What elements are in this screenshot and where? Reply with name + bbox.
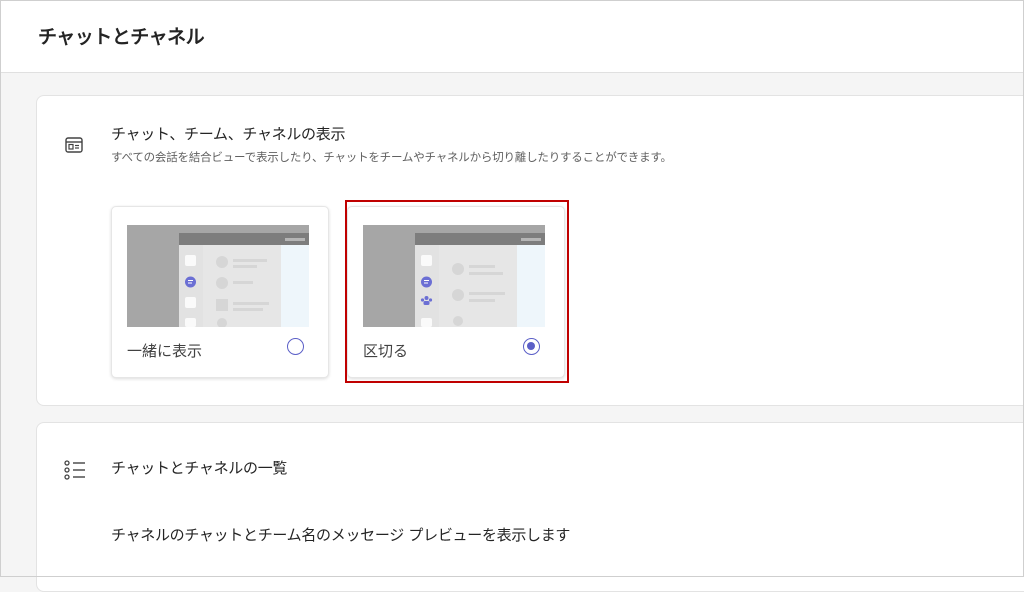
option-card-separate[interactable]: 区切る	[347, 206, 565, 378]
combined-view-preview	[127, 225, 309, 327]
option-card-combined[interactable]: 一緒に表示	[111, 206, 329, 378]
page-header: チャットとチャネル	[0, 0, 1024, 73]
display-section-title: チャット、チーム、チャネルの表示	[111, 125, 346, 143]
display-settings-card: チャット、チーム、チャネルの表示 すべての会話を結合ビューで表示したり、チャット…	[36, 95, 1024, 406]
option-label-separate: 区切る	[363, 342, 409, 360]
message-preview-setting-text: チャネルのチャットとチーム名のメッセージ プレビューを表示します	[111, 526, 571, 544]
list-section-title: チャットとチャネルの一覧	[111, 459, 288, 477]
option-label-combined: 一緒に表示	[127, 342, 203, 360]
list-settings-card: チャットとチャネルの一覧 チャネルのチャットとチーム名のメッセージ プレビューを…	[36, 422, 1024, 592]
radio-combined[interactable]	[287, 338, 304, 355]
layout-icon	[65, 137, 83, 153]
display-section-description: すべての会話を結合ビューで表示したり、チャットをチームやチャネルから切り離したり…	[111, 150, 672, 164]
separate-view-preview	[363, 225, 545, 327]
radio-separate[interactable]	[523, 338, 540, 355]
list-icon	[64, 460, 85, 480]
page-title: チャットとチャネル	[38, 26, 205, 48]
